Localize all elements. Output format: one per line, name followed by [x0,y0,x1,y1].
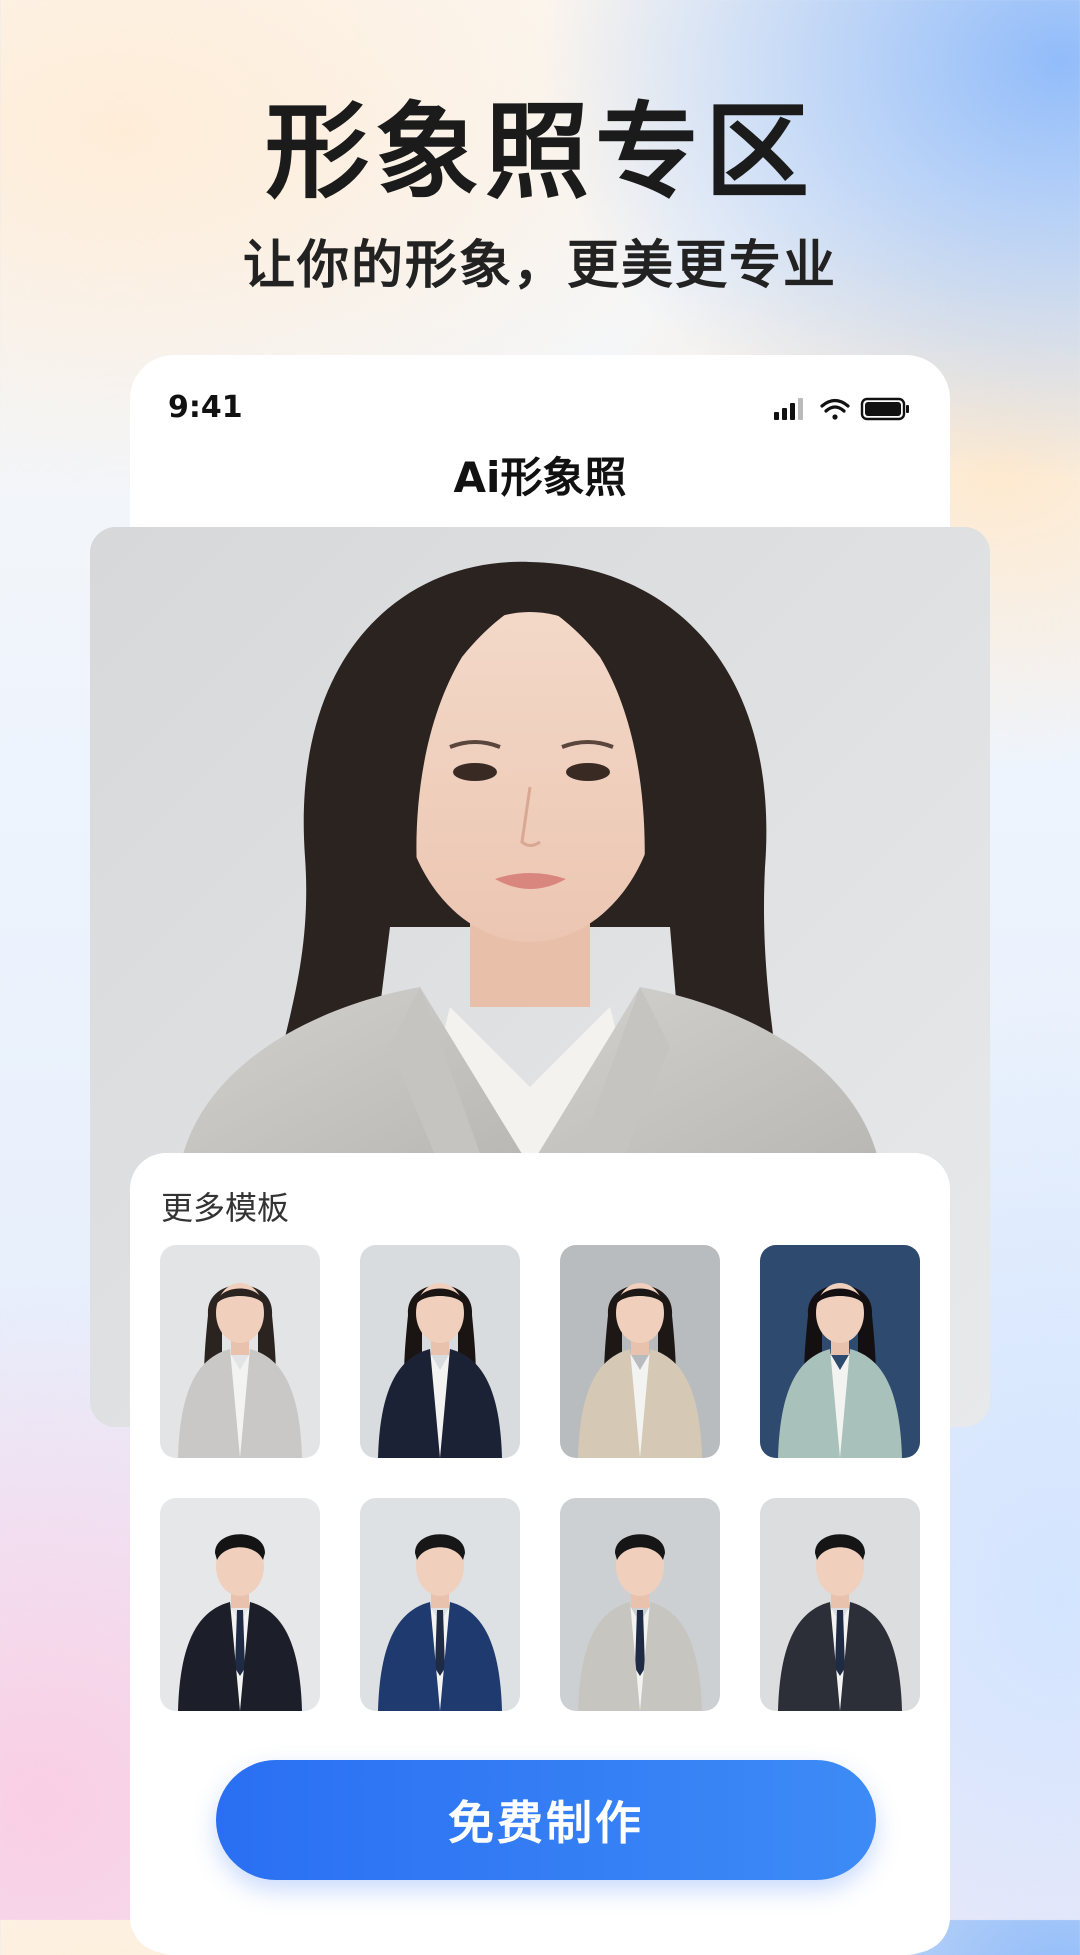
template-thumb-8[interactable] [760,1498,920,1711]
nav-title: Ai形象照 [453,453,627,502]
template-thumb-6[interactable] [360,1498,520,1711]
template-thumb-2[interactable] [360,1245,520,1458]
template-thumb-4[interactable] [760,1245,920,1458]
template-thumb-3[interactable] [560,1245,720,1458]
status-icons [774,396,910,422]
status-time: 9:41 [168,390,243,425]
battery-icon [860,397,909,421]
hero-subtitle: 让你的形象，更美更专业 [242,236,837,296]
wifi-icon [820,398,850,420]
free-make-button[interactable]: 免费制作 [216,1760,876,1880]
signal-icon [774,398,803,420]
templates-title: 更多模板 [161,1189,290,1227]
template-thumb-7[interactable] [560,1498,720,1711]
template-thumb-1[interactable] [160,1245,320,1458]
template-thumb-5[interactable] [160,1498,320,1711]
hero-title: 形象照专区 [264,91,815,213]
